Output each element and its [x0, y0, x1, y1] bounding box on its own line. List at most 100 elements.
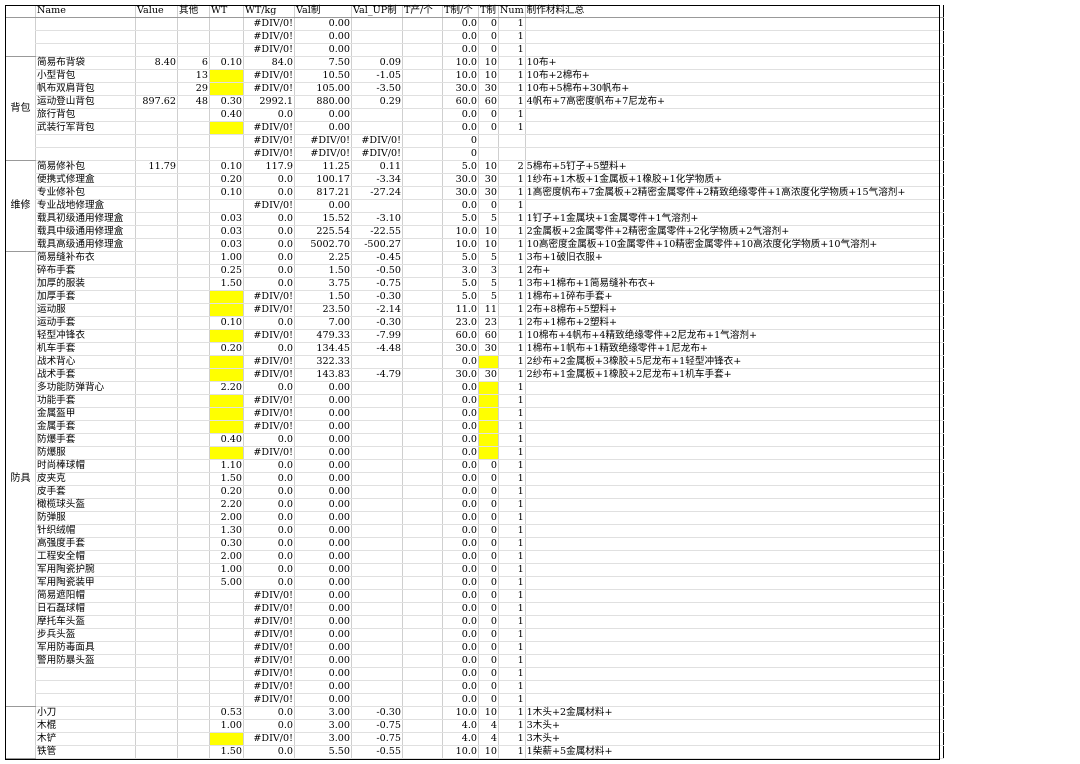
table-cell[interactable]: [209, 134, 244, 148]
table-cell[interactable]: #DIV/0!: [243, 420, 295, 434]
table-cell[interactable]: [177, 368, 210, 382]
table-cell[interactable]: 1: [498, 511, 526, 525]
table-cell[interactable]: 1.00: [209, 719, 244, 733]
table-cell[interactable]: [402, 186, 443, 200]
table-cell[interactable]: 0.0: [442, 381, 479, 395]
table-cell[interactable]: 0.0: [442, 654, 479, 668]
table-cell[interactable]: 简易布背袋: [35, 56, 136, 70]
table-cell[interactable]: 10.0: [442, 69, 479, 83]
table-cell[interactable]: -3.10: [351, 212, 403, 226]
table-cell[interactable]: [402, 134, 443, 148]
table-cell[interactable]: 0.0: [442, 680, 479, 694]
table-cell[interactable]: 1: [498, 43, 526, 57]
table-cell[interactable]: 10棉布+4帆布+4精致绝缘零件+2尼龙布+1气溶剂+: [524, 329, 944, 343]
column-header[interactable]: T产/个: [402, 5, 443, 18]
table-cell[interactable]: [524, 589, 944, 603]
table-cell[interactable]: [524, 654, 944, 668]
table-cell[interactable]: 1: [498, 550, 526, 564]
table-cell[interactable]: [35, 147, 136, 161]
table-cell[interactable]: [135, 238, 178, 252]
table-cell[interactable]: [135, 277, 178, 291]
table-cell[interactable]: 0.0: [442, 667, 479, 681]
table-cell[interactable]: 针织绒帽: [35, 524, 136, 538]
table-cell[interactable]: [177, 147, 210, 161]
table-cell[interactable]: [177, 238, 210, 252]
table-cell[interactable]: 0.0: [243, 459, 295, 473]
table-cell[interactable]: [177, 134, 210, 148]
table-cell[interactable]: [351, 511, 403, 525]
table-cell[interactable]: 5.50: [294, 745, 352, 759]
table-cell[interactable]: [177, 459, 210, 473]
table-cell[interactable]: [351, 667, 403, 681]
table-cell[interactable]: 0.03: [209, 212, 244, 226]
table-cell[interactable]: [402, 576, 443, 590]
table-cell[interactable]: 23: [478, 316, 499, 330]
table-cell[interactable]: [177, 342, 210, 356]
table-cell[interactable]: 0.0: [442, 433, 479, 447]
table-cell[interactable]: 2.20: [209, 498, 244, 512]
table-cell[interactable]: [402, 420, 443, 434]
table-cell[interactable]: [177, 43, 210, 57]
table-cell[interactable]: 10: [478, 706, 499, 720]
table-cell[interactable]: [524, 537, 944, 551]
table-cell[interactable]: 105.00: [294, 82, 352, 96]
table-cell[interactable]: 6: [177, 56, 210, 70]
table-cell[interactable]: [524, 134, 944, 148]
table-cell[interactable]: 0.53: [209, 706, 244, 720]
table-cell[interactable]: [402, 472, 443, 486]
table-cell[interactable]: 0.00: [294, 472, 352, 486]
table-cell[interactable]: [402, 30, 443, 44]
table-cell[interactable]: 5: [478, 251, 499, 265]
table-cell[interactable]: 0.00: [294, 43, 352, 57]
table-cell[interactable]: #DIV/0!: [243, 69, 295, 83]
table-cell[interactable]: 48: [177, 95, 210, 109]
table-cell[interactable]: [402, 368, 443, 382]
table-cell[interactable]: [135, 316, 178, 330]
table-cell[interactable]: [177, 17, 210, 31]
table-cell[interactable]: 载具中级通用修理盒: [35, 225, 136, 239]
table-cell[interactable]: 5.0: [442, 160, 479, 174]
table-cell[interactable]: 84.0: [243, 56, 295, 70]
table-cell[interactable]: 0.0: [243, 563, 295, 577]
table-cell[interactable]: [524, 121, 944, 135]
table-cell[interactable]: [402, 459, 443, 473]
column-header[interactable]: Val制: [294, 5, 352, 18]
table-cell[interactable]: 木棍: [35, 719, 136, 733]
table-cell[interactable]: [351, 602, 403, 616]
table-cell[interactable]: [209, 446, 244, 460]
table-cell[interactable]: 1: [498, 589, 526, 603]
table-cell[interactable]: 0: [478, 589, 499, 603]
table-cell[interactable]: 0.29: [351, 95, 403, 109]
table-cell[interactable]: [177, 732, 210, 746]
table-cell[interactable]: 0.0: [243, 238, 295, 252]
table-cell[interactable]: [177, 472, 210, 486]
table-cell[interactable]: [35, 134, 136, 148]
table-cell[interactable]: 10.0: [442, 745, 479, 759]
table-cell[interactable]: 专业修补包: [35, 186, 136, 200]
table-cell[interactable]: [177, 108, 210, 122]
table-cell[interactable]: [524, 30, 944, 44]
table-cell[interactable]: 10: [478, 745, 499, 759]
table-cell[interactable]: 0.00: [294, 199, 352, 213]
table-cell[interactable]: 0.00: [294, 667, 352, 681]
table-cell[interactable]: 载具初级通用修理盒: [35, 212, 136, 226]
table-cell[interactable]: 479.33: [294, 329, 352, 343]
table-cell[interactable]: 4帆布+7高密度帆布+7尼龙布+: [524, 95, 944, 109]
table-cell[interactable]: [524, 199, 944, 213]
table-cell[interactable]: [135, 563, 178, 577]
table-cell[interactable]: 多功能防弹背心: [35, 381, 136, 395]
table-cell[interactable]: [351, 199, 403, 213]
table-cell[interactable]: 11.0: [442, 303, 479, 317]
table-cell[interactable]: [351, 394, 403, 408]
column-header[interactable]: T制: [478, 5, 499, 18]
table-cell[interactable]: [351, 30, 403, 44]
table-cell[interactable]: [135, 706, 178, 720]
table-cell[interactable]: 0.40: [209, 108, 244, 122]
table-cell[interactable]: [135, 433, 178, 447]
table-cell[interactable]: 0.0: [442, 17, 479, 31]
table-cell[interactable]: 1: [498, 628, 526, 642]
table-cell[interactable]: 0.0: [442, 446, 479, 460]
table-cell[interactable]: 防爆手套: [35, 433, 136, 447]
table-cell[interactable]: 简易缝补布衣: [35, 251, 136, 265]
table-cell[interactable]: #DIV/0!: [243, 17, 295, 31]
